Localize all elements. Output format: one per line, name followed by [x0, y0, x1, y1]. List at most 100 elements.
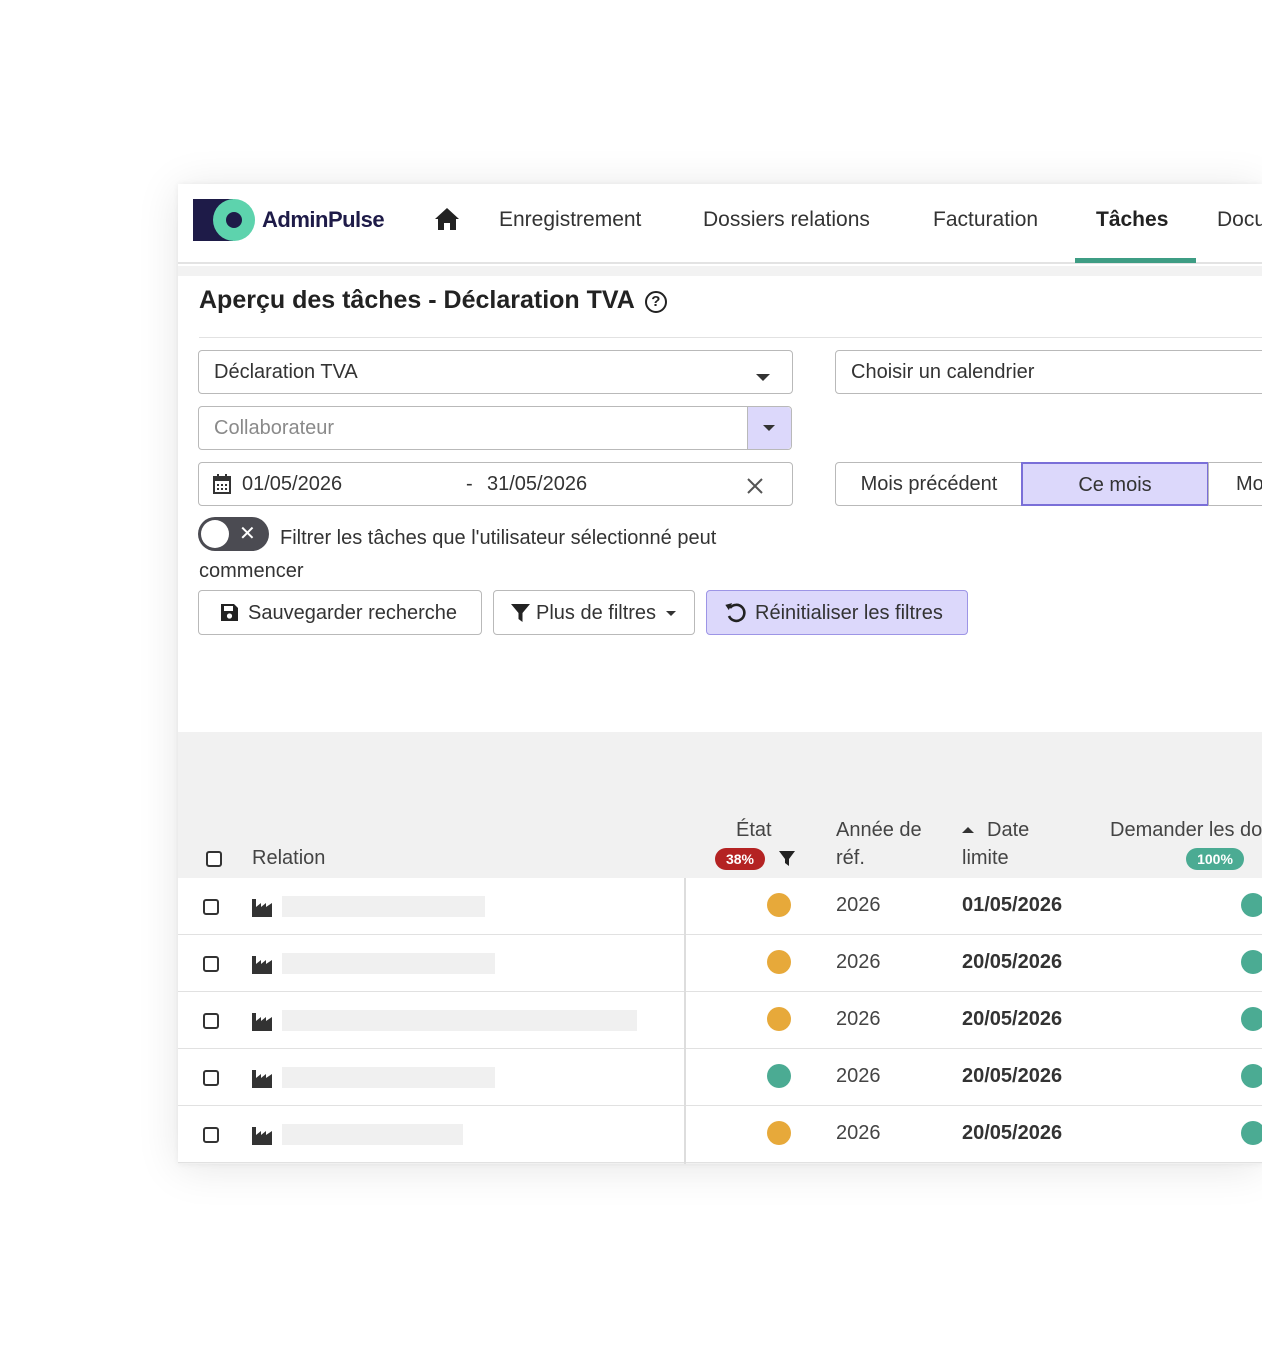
calendar-select[interactable]: Choisir un calendrier — [835, 350, 1262, 394]
caret-down-icon — [763, 425, 775, 431]
ref-year: 2026 — [836, 1122, 881, 1144]
filters-panel: Aperçu des tâches - Déclaration TVA ? Dé… — [178, 266, 1262, 732]
more-filters-button[interactable]: Plus de filtres — [493, 590, 695, 635]
calendar-icon — [213, 474, 231, 494]
app-window: AdminPulse Enregistrement Dossiers relat… — [178, 184, 1262, 1164]
request-status-dot — [1241, 1064, 1262, 1088]
active-tab-indicator — [1075, 258, 1196, 263]
deadline: 20/05/2026 — [962, 951, 1063, 973]
page-title-text: Aperçu des tâches - Déclaration TVA — [199, 286, 634, 314]
request-status-dot — [1241, 893, 1262, 917]
date-separator: - — [466, 473, 473, 495]
logo-mark-icon — [193, 199, 255, 241]
page-title: Aperçu des tâches - Déclaration TVA ? — [199, 286, 667, 315]
filter-icon — [511, 604, 530, 622]
column-deadline[interactable]: Date — [987, 816, 1029, 844]
request-status-dot — [1241, 1007, 1262, 1031]
redacted-relation-name[interactable] — [282, 1124, 463, 1145]
redacted-relation-name[interactable] — [282, 953, 495, 974]
deadline: 01/05/2026 — [962, 894, 1063, 916]
redacted-relation-name[interactable] — [282, 1010, 637, 1031]
row-checkbox[interactable] — [203, 1070, 219, 1086]
collaborator-placeholder: Collaborateur — [214, 417, 335, 439]
table-row[interactable]: 2026 20/05/2026 — [178, 935, 1262, 992]
filter-icon[interactable] — [779, 851, 795, 867]
ref-year: 2026 — [836, 951, 881, 973]
ref-year: 2026 — [836, 1065, 881, 1087]
redacted-relation-name[interactable] — [282, 1067, 495, 1088]
column-ref-year[interactable]: Année de — [836, 816, 922, 844]
column-request-docs[interactable]: Demander les do — [1110, 816, 1262, 844]
company-icon — [252, 1070, 272, 1088]
reset-filters-label: Réinitialiser les filtres — [755, 602, 943, 624]
logo-text: AdminPulse — [262, 207, 385, 232]
request-status-dot — [1241, 1121, 1262, 1145]
table-header: Relation État 38% Année de réf. Date lim… — [178, 812, 1262, 878]
date-from[interactable]: 01/05/2026 — [242, 473, 342, 496]
next-month-button[interactable]: Mo — [1208, 462, 1262, 506]
state-status-dot — [767, 1064, 791, 1088]
state-percentage-badge: 38% — [715, 848, 765, 870]
task-type-value: Déclaration TVA — [214, 361, 358, 383]
table-row[interactable]: 2026 20/05/2026 — [178, 992, 1262, 1049]
state-status-dot — [767, 1007, 791, 1031]
state-status-dot — [767, 893, 791, 917]
company-icon — [252, 899, 272, 917]
row-checkbox[interactable] — [203, 899, 219, 915]
reset-filters-button[interactable]: Réinitialiser les filtres — [706, 590, 968, 635]
this-month-button[interactable]: Ce mois — [1021, 462, 1209, 506]
top-navbar: AdminPulse Enregistrement Dossiers relat… — [178, 184, 1262, 264]
column-ref-year-line2: réf. — [836, 847, 865, 869]
row-checkbox[interactable] — [203, 1127, 219, 1143]
deadline: 20/05/2026 — [962, 1008, 1063, 1030]
save-search-button[interactable]: Sauvegarder recherche — [198, 590, 482, 635]
row-checkbox[interactable] — [203, 956, 219, 972]
nav-taches[interactable]: Tâches — [1096, 208, 1168, 232]
ref-year: 2026 — [836, 894, 881, 916]
toggle-label: Filtrer les tâches que l'utilisateur sél… — [199, 527, 717, 582]
more-filters-label: Plus de filtres — [536, 602, 657, 624]
chevron-down-icon — [756, 374, 770, 381]
date-to[interactable]: 31/05/2026 — [487, 473, 587, 496]
nav-enregistrement[interactable]: Enregistrement — [499, 208, 641, 232]
task-type-select[interactable]: Déclaration TVA — [198, 350, 793, 394]
table-row[interactable]: 2026 20/05/2026 — [178, 1106, 1262, 1163]
previous-month-button[interactable]: Mois précédent — [835, 462, 1023, 506]
nav-dossiers-relations[interactable]: Dossiers relations — [703, 208, 870, 232]
title-divider — [199, 337, 1262, 338]
save-icon — [221, 604, 238, 621]
clear-icon[interactable] — [746, 477, 764, 495]
company-icon — [252, 1013, 272, 1031]
home-icon[interactable] — [434, 206, 460, 232]
column-state[interactable]: État — [736, 816, 772, 844]
caret-down-icon — [666, 611, 676, 616]
deadline: 20/05/2026 — [962, 1065, 1063, 1087]
nav-facturation[interactable]: Facturation — [933, 208, 1038, 232]
table-row[interactable]: 2026 20/05/2026 — [178, 1049, 1262, 1106]
select-all-checkbox[interactable] — [206, 851, 222, 867]
request-percentage-badge: 100% — [1186, 848, 1244, 870]
redacted-relation-name[interactable] — [282, 896, 485, 917]
calendar-placeholder: Choisir un calendrier — [851, 361, 1035, 383]
column-divider — [684, 878, 686, 1164]
deadline: 20/05/2026 — [962, 1122, 1063, 1144]
ref-year: 2026 — [836, 1008, 881, 1030]
request-status-dot — [1241, 950, 1262, 974]
adminpulse-logo[interactable]: AdminPulse — [193, 199, 393, 243]
task-table: Relation État 38% Année de réf. Date lim… — [178, 732, 1262, 1164]
date-range-input[interactable]: 01/05/2026 - 31/05/2026 — [198, 462, 793, 506]
state-status-dot — [767, 1121, 791, 1145]
nav-documents[interactable]: Docu — [1217, 208, 1262, 232]
company-icon — [252, 1127, 272, 1145]
collaborator-select[interactable]: Collaborateur — [198, 406, 792, 450]
save-search-label: Sauvegarder recherche — [248, 602, 458, 624]
state-status-dot — [767, 950, 791, 974]
undo-icon — [725, 603, 746, 623]
help-circle-icon[interactable]: ? — [644, 291, 667, 313]
column-relation[interactable]: Relation — [252, 844, 325, 872]
column-deadline-line2: limite — [962, 847, 1009, 869]
row-checkbox[interactable] — [203, 1013, 219, 1029]
collaborator-dropdown-button[interactable] — [747, 407, 791, 449]
sort-asc-icon[interactable] — [962, 827, 974, 833]
table-row[interactable]: 2026 01/05/2026 — [178, 878, 1262, 935]
